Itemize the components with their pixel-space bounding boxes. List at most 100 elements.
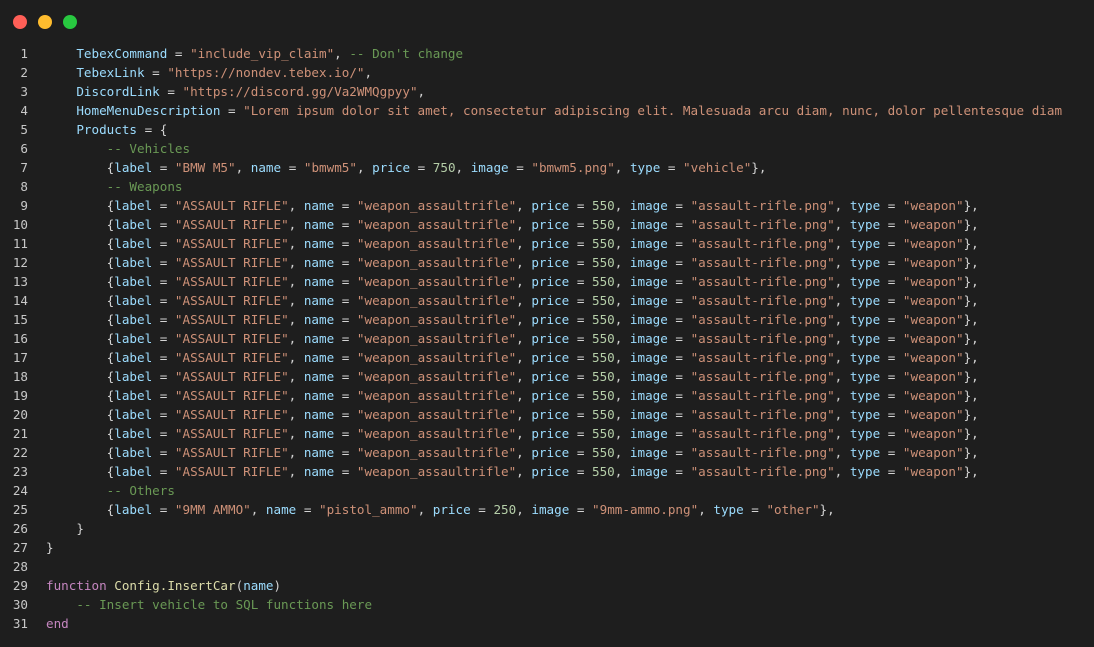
code-token: "weapon" bbox=[902, 198, 964, 213]
code-token: "ASSAULT RIFLE" bbox=[174, 445, 289, 460]
code-line: 6 -- Vehicles bbox=[0, 139, 1094, 158]
code-token: 550 bbox=[592, 369, 615, 384]
code-token: = bbox=[569, 388, 592, 403]
code-text: -- Weapons bbox=[46, 177, 183, 196]
code-token: HomeMenuDescription bbox=[76, 103, 221, 118]
code-line: 5 Products = { bbox=[0, 120, 1094, 139]
code-token: "weapon" bbox=[902, 445, 964, 460]
code-token: 550 bbox=[592, 445, 615, 460]
code-token: }, bbox=[963, 236, 979, 251]
code-token: price bbox=[531, 369, 570, 384]
code-token: 550 bbox=[592, 255, 615, 270]
line-number: 3 bbox=[20, 84, 28, 99]
code-token: , bbox=[417, 502, 433, 517]
code-token: price bbox=[531, 426, 570, 441]
code-token: name bbox=[303, 369, 335, 384]
code-token: "weapon_assaultrifle" bbox=[356, 255, 517, 270]
code-token: 550 bbox=[592, 331, 615, 346]
code-token: "ASSAULT RIFLE" bbox=[174, 312, 289, 327]
code-token: , bbox=[614, 350, 630, 365]
code-token: = bbox=[569, 502, 593, 517]
code-token: label bbox=[114, 445, 153, 460]
code-token: "assault-rifle.png" bbox=[690, 331, 835, 346]
code-token: "weapon" bbox=[902, 350, 964, 365]
code-token: , bbox=[516, 312, 532, 327]
code-token: }, bbox=[963, 426, 979, 441]
code-token: , bbox=[288, 388, 304, 403]
code-token: "weapon_assaultrifle" bbox=[356, 445, 517, 460]
code-token: , bbox=[288, 293, 304, 308]
code-token: = bbox=[880, 426, 903, 441]
code-line: 29 function Config.InsertCar(name) bbox=[0, 576, 1094, 595]
code-token: image bbox=[470, 160, 509, 175]
close-button[interactable] bbox=[13, 15, 27, 29]
code-token: TebexCommand bbox=[76, 46, 168, 61]
code-token: "assault-rifle.png" bbox=[690, 255, 835, 270]
code-text: {label = "ASSAULT RIFLE", name = "weapon… bbox=[46, 405, 979, 424]
code-token: label bbox=[114, 369, 153, 384]
code-token: "ASSAULT RIFLE" bbox=[174, 407, 289, 422]
code-token: -- Don't change bbox=[349, 46, 464, 61]
code-token: , bbox=[455, 160, 471, 175]
code-line: 20 {label = "ASSAULT RIFLE", name = "wea… bbox=[0, 405, 1094, 424]
line-number: 15 bbox=[12, 312, 28, 327]
code-token: type bbox=[849, 217, 881, 232]
code-line: 10 {label = "ASSAULT RIFLE", name = "wea… bbox=[0, 215, 1094, 234]
code-text: {label = "ASSAULT RIFLE", name = "weapon… bbox=[46, 272, 979, 291]
code-token: , bbox=[834, 198, 850, 213]
code-token: = bbox=[334, 464, 357, 479]
code-token: "weapon_assaultrifle" bbox=[356, 293, 517, 308]
code-token: price bbox=[531, 388, 570, 403]
code-token: , bbox=[516, 274, 532, 289]
code-line: 30 -- Insert vehicle to SQL functions he… bbox=[0, 595, 1094, 614]
code-token: "assault-rifle.png" bbox=[690, 236, 835, 251]
minimize-button[interactable] bbox=[38, 15, 52, 29]
code-text: {label = "ASSAULT RIFLE", name = "weapon… bbox=[46, 367, 979, 386]
code-token: , bbox=[288, 255, 304, 270]
line-number: 23 bbox=[12, 464, 28, 479]
code-token: , bbox=[834, 293, 850, 308]
code-token: "weapon_assaultrifle" bbox=[356, 426, 517, 441]
code-token: } bbox=[46, 521, 84, 536]
code-token: -- Others bbox=[106, 483, 175, 498]
code-text: {label = "BMW M5", name = "bmwm5", price… bbox=[46, 158, 767, 177]
code-token: { bbox=[46, 236, 115, 251]
code-token: = bbox=[296, 502, 320, 517]
line-number: 9 bbox=[20, 198, 28, 213]
code-token: image bbox=[629, 464, 668, 479]
code-token: "pistol_ammo" bbox=[319, 502, 418, 517]
code-token: = bbox=[667, 350, 691, 365]
code-token: = bbox=[410, 160, 433, 175]
code-token: = bbox=[569, 236, 592, 251]
code-token: "ASSAULT RIFLE" bbox=[174, 388, 289, 403]
code-token: 550 bbox=[592, 198, 615, 213]
code-token: = bbox=[152, 217, 175, 232]
code-token: = bbox=[667, 217, 691, 232]
code-text: TebexCommand = "include_vip_claim", -- D… bbox=[46, 44, 463, 63]
line-number: 25 bbox=[12, 502, 28, 517]
code-token: , bbox=[288, 236, 304, 251]
code-token: , bbox=[698, 502, 714, 517]
code-token: = bbox=[334, 236, 357, 251]
code-token: type bbox=[849, 369, 881, 384]
code-token: name bbox=[303, 388, 335, 403]
code-token: label bbox=[114, 426, 153, 441]
maximize-button[interactable] bbox=[63, 15, 77, 29]
code-token: = bbox=[152, 388, 175, 403]
code-token: = bbox=[667, 464, 691, 479]
code-token: "ASSAULT RIFLE" bbox=[174, 217, 289, 232]
code-token: label bbox=[114, 350, 153, 365]
code-token: , bbox=[250, 502, 266, 517]
code-token: name bbox=[303, 331, 335, 346]
code-token: = bbox=[334, 274, 357, 289]
code-editor[interactable]: 1 TebexCommand = "include_vip_claim", --… bbox=[0, 44, 1094, 633]
code-token: , bbox=[334, 46, 350, 61]
code-token: , bbox=[834, 445, 850, 460]
code-token: , bbox=[516, 464, 532, 479]
code-token: "vehicle" bbox=[683, 160, 752, 175]
code-token: , bbox=[288, 350, 304, 365]
code-text: {label = "ASSAULT RIFLE", name = "weapon… bbox=[46, 310, 979, 329]
code-line: 26 } bbox=[0, 519, 1094, 538]
code-token: image bbox=[629, 445, 668, 460]
line-number: 5 bbox=[20, 122, 28, 137]
